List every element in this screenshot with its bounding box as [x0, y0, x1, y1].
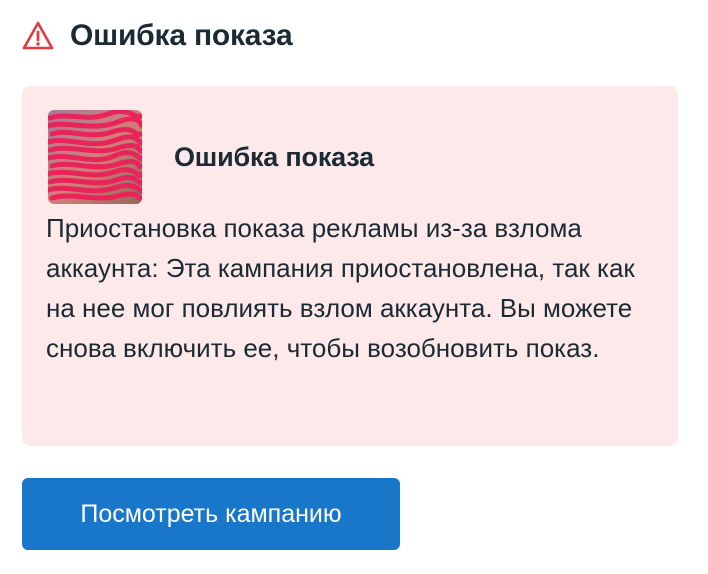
- view-campaign-button[interactable]: Посмотреть кампанию: [22, 478, 400, 550]
- page-title: Ошибка показа: [70, 19, 293, 52]
- error-header: Ошибка показа: [22, 14, 293, 58]
- ad-delivery-error-panel: Ошибка показа Ошибка показа Приостановка…: [0, 0, 708, 574]
- warning-triangle-icon: [22, 21, 54, 51]
- error-card: Ошибка показа Приостановка показа реклам…: [22, 86, 678, 446]
- redacted-avatar: [48, 110, 142, 204]
- error-description: Приостановка показа рекламы из-за взлома…: [46, 213, 635, 363]
- card-title: Ошибка показа: [174, 142, 374, 172]
